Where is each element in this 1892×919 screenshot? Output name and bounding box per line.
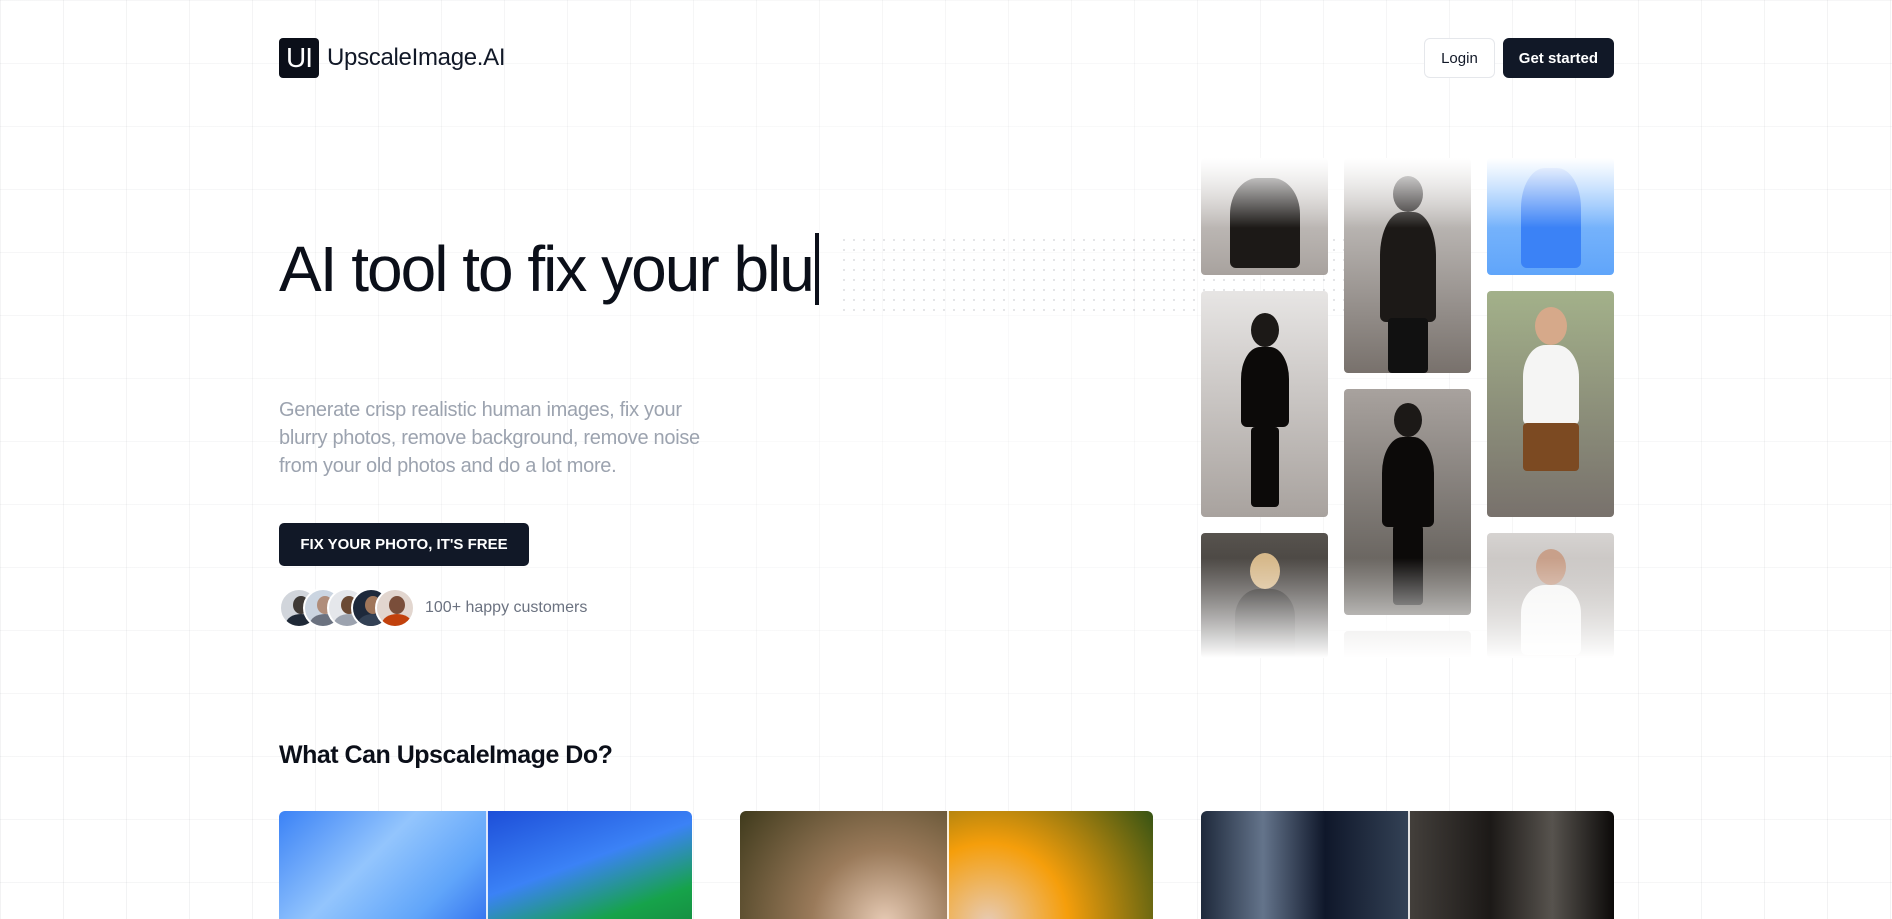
page: UI UpscaleImage.AI Login Get started AI … xyxy=(279,0,1614,919)
gallery-fade-bottom xyxy=(1201,558,1614,658)
feature-card-portrait[interactable] xyxy=(740,811,1153,919)
gallery-image xyxy=(1201,291,1328,517)
compare-divider[interactable] xyxy=(946,811,949,919)
hero-title-text: AI tool to fix your blu xyxy=(279,233,815,305)
hero-title: AI tool to fix your blu xyxy=(279,232,819,306)
happy-customers: 100+ happy customers xyxy=(279,588,587,628)
logo[interactable]: UI UpscaleImage.AI xyxy=(279,38,506,78)
typing-caret xyxy=(814,233,819,305)
login-button[interactable]: Login xyxy=(1424,38,1495,78)
get-started-button[interactable]: Get started xyxy=(1502,38,1614,78)
image-gallery xyxy=(1201,158,1614,658)
logo-mark: UI xyxy=(279,38,319,78)
gallery-image xyxy=(1487,291,1614,517)
avatar xyxy=(375,588,415,628)
hero-subtitle: Generate crisp realistic human images, f… xyxy=(279,399,700,477)
customer-avatars xyxy=(279,588,415,628)
nav-buttons: Login Get started xyxy=(1424,38,1614,78)
compare-divider[interactable] xyxy=(1407,811,1410,919)
logo-text: UpscaleImage.AI xyxy=(327,44,506,71)
feature-card-deblur[interactable] xyxy=(279,811,692,919)
feature-card-street[interactable] xyxy=(1201,811,1614,919)
customers-count: 100+ happy customers xyxy=(425,599,588,616)
gallery-fade-top xyxy=(1201,158,1614,228)
section-title: What Can UpscaleImage Do? xyxy=(279,741,613,769)
compare-divider[interactable] xyxy=(485,811,488,919)
fix-photo-button[interactable]: FIX YOUR PHOTO, IT'S FREE xyxy=(279,523,529,566)
